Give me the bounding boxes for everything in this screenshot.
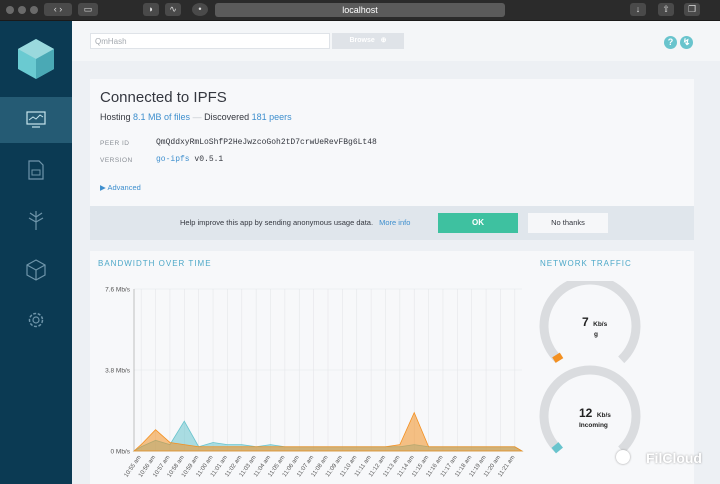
status-card: Connected to IPFS Hosting 8.1 MB of file… bbox=[90, 79, 694, 209]
y-tick-label: 7.6 Mb/s bbox=[105, 287, 131, 294]
outgoing-unit: Kb/s bbox=[593, 321, 608, 328]
incoming-value: 12 bbox=[579, 406, 593, 420]
incoming-label: Incoming bbox=[579, 422, 608, 429]
help-icon[interactable]: ? bbox=[664, 36, 677, 49]
outgoing-value: 7 bbox=[582, 315, 589, 329]
shield-icon[interactable]: ◗ bbox=[143, 3, 159, 16]
hosting-files-link[interactable]: 8.1 MB of files bbox=[133, 112, 190, 122]
extension-circle-icon[interactable]: • bbox=[192, 3, 208, 16]
browser-toolbar: ‹ › ▭ ◗ ∿ • localhost ↓ ⇧ ❐ bbox=[0, 0, 720, 21]
hosting-summary: Hosting 8.1 MB of files — Discovered 181… bbox=[100, 112, 292, 122]
peers-link[interactable]: 181 peers bbox=[252, 112, 292, 122]
analytics-consent-banner: Help improve this app by sending anonymo… bbox=[90, 206, 694, 240]
tabs-icon[interactable]: ❐ bbox=[684, 3, 700, 16]
monitor-icon bbox=[26, 111, 46, 128]
plus-icon: ⊕ bbox=[376, 37, 387, 44]
version-value: go-ipfs v0.5.1 bbox=[156, 155, 223, 164]
page-title: Connected to IPFS bbox=[100, 89, 227, 106]
address-bar[interactable]: localhost bbox=[215, 3, 505, 17]
ok-button[interactable]: OK bbox=[438, 213, 518, 233]
sidebar-toggle-icon[interactable]: ▭ bbox=[78, 3, 98, 16]
incoming-gauge-readout: 12 Kb/s Incoming bbox=[579, 404, 639, 429]
version-number: v0.5.1 bbox=[194, 155, 224, 164]
close-window-icon[interactable] bbox=[6, 6, 14, 14]
file-icon bbox=[28, 160, 44, 180]
peer-id-label: PEER ID bbox=[100, 140, 130, 147]
language-icon[interactable]: ↯ bbox=[680, 36, 693, 49]
y-tick-label: 0 Mb/s bbox=[110, 449, 130, 456]
ipfs-logo-icon bbox=[18, 39, 54, 79]
hosting-prefix: Hosting bbox=[100, 112, 131, 122]
traffic-gauges bbox=[539, 281, 641, 454]
network-traffic-title: NETWORK TRAFFIC bbox=[540, 259, 632, 268]
outgoing-gauge-readout: 7 Kb/s g bbox=[582, 313, 642, 338]
more-info-link[interactable]: More info bbox=[379, 218, 410, 227]
outgoing-label: g bbox=[594, 331, 598, 338]
minimize-window-icon[interactable] bbox=[18, 6, 26, 14]
download-icon[interactable]: ↓ bbox=[630, 3, 646, 16]
sidebar-item-settings[interactable] bbox=[0, 297, 72, 343]
no-thanks-button[interactable]: No thanks bbox=[528, 213, 608, 233]
search-input[interactable]: QmHash bbox=[90, 33, 330, 49]
y-tick-label: 3.8 Mb/s bbox=[105, 368, 131, 375]
back-forward-buttons[interactable]: ‹ › bbox=[44, 3, 72, 16]
extension-icon[interactable]: ∿ bbox=[165, 3, 181, 16]
sidebar-item-status[interactable] bbox=[0, 97, 72, 143]
incoming-unit: Kb/s bbox=[596, 412, 611, 419]
version-name-link[interactable]: go-ipfs bbox=[156, 155, 190, 164]
top-bar: QmHash Browse ⊕ ? ↯ bbox=[72, 21, 720, 61]
bandwidth-chart: 7.6 Mb/s3.8 Mb/s0 Mb/s10:55 am10:56 am10… bbox=[105, 287, 524, 479]
main-content: QmHash Browse ⊕ ? ↯ Connected to IPFS Ho… bbox=[72, 21, 720, 484]
advanced-toggle[interactable]: ▶ Advanced bbox=[100, 183, 141, 192]
discovered-prefix: Discovered bbox=[204, 112, 250, 122]
peer-id-value: QmQddxyRmLoShfP2HeJwzcoGoh2tD7crwUeRevFB… bbox=[156, 138, 377, 147]
browse-button[interactable]: Browse ⊕ bbox=[332, 33, 404, 49]
charts-panel: BANDWIDTH OVER TIME 7.6 Mb/s 3.8 Mb/s 0 Mb… bbox=[90, 251, 694, 484]
version-label: VERSION bbox=[100, 157, 133, 164]
separator: — bbox=[192, 112, 202, 122]
sidebar bbox=[0, 21, 72, 484]
sidebar-item-files[interactable] bbox=[0, 147, 72, 193]
sidebar-item-explore[interactable] bbox=[0, 197, 72, 243]
share-icon[interactable]: ⇧ bbox=[658, 3, 674, 16]
gear-icon bbox=[28, 312, 44, 328]
watermark: FilCloud bbox=[646, 450, 702, 466]
watermark-logo-icon bbox=[616, 450, 630, 464]
consent-text: Help improve this app by sending anonymo… bbox=[180, 218, 374, 227]
sidebar-item-peers[interactable] bbox=[0, 247, 72, 293]
consent-message: Help improve this app by sending anonymo… bbox=[180, 218, 410, 227]
tree-icon bbox=[28, 211, 44, 230]
browse-label: Browse bbox=[349, 37, 375, 44]
zoom-window-icon[interactable] bbox=[30, 6, 38, 14]
cube-icon bbox=[26, 259, 46, 281]
